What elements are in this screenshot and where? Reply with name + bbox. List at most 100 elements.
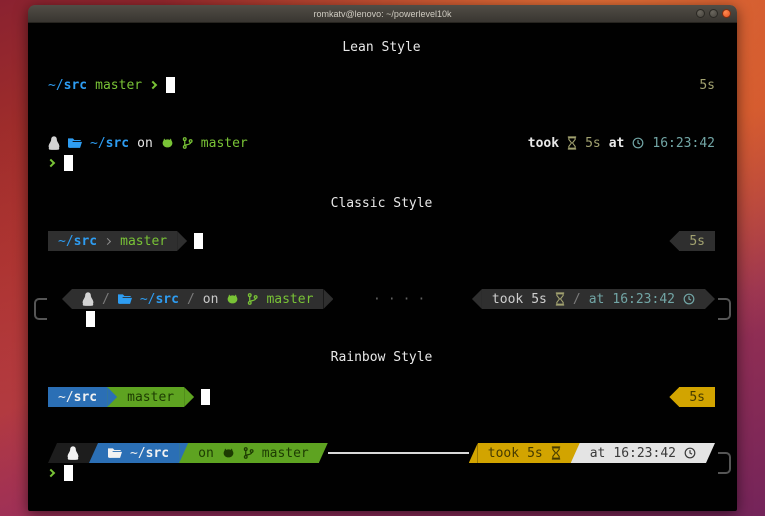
- rainbow-short-prompt-row: ~/src master 5s: [48, 387, 715, 407]
- subsegment-separator: /: [573, 292, 581, 307]
- dir-name: src: [74, 390, 97, 405]
- classic-left-segment: ~/src master: [48, 231, 177, 251]
- clock-icon: [683, 293, 695, 305]
- git-branch-name: master: [262, 446, 309, 461]
- rainbow-full-prompt-row: ~/src on master took 5s: [48, 443, 715, 463]
- on-label: on: [198, 446, 214, 461]
- command-duration: 5s: [699, 78, 715, 93]
- minimize-button[interactable]: [696, 9, 705, 18]
- git-branch-icon: [182, 136, 193, 150]
- tux-icon: [82, 292, 94, 306]
- lean-short-prompt-row: ~/src master 5s: [48, 75, 715, 95]
- command-duration: 5s: [689, 390, 705, 405]
- octocat-icon: [226, 293, 239, 306]
- prompt-frame-left: [34, 298, 47, 320]
- rainbow-git-segment: on master: [188, 443, 319, 463]
- on-label: on: [203, 292, 219, 307]
- current-directory: ~/src: [58, 390, 97, 405]
- rainbow-duration-segment: took 5s: [478, 443, 571, 463]
- tux-icon: [67, 446, 79, 460]
- rainbow-git-segment: master: [117, 387, 184, 407]
- git-branch-name: master: [95, 78, 142, 93]
- dir-name: src: [106, 136, 129, 151]
- current-time: 16:23:42: [612, 292, 675, 307]
- terminal-content[interactable]: Lean Style ~/src master 5s ~/src on mast…: [28, 23, 737, 511]
- lean-short-prompt-left: ~/src master: [48, 77, 175, 93]
- tux-icon: [48, 136, 60, 150]
- window-titlebar[interactable]: romkatv@lenovo: ~/powerlevel10k: [28, 5, 737, 23]
- prompt-filler-dots: ····: [373, 292, 432, 307]
- hourglass-icon: [551, 446, 561, 460]
- open-folder-icon: [108, 447, 122, 459]
- slant-separator-icon: [179, 443, 188, 463]
- dir-prefix: ~/: [48, 78, 64, 93]
- lean-heading: Lean Style: [342, 40, 420, 55]
- git-branch-icon: [247, 292, 258, 306]
- lean-full-prompt-row: ~/src on master took 5s at 16:23:42: [48, 133, 715, 153]
- slant-separator-icon: [48, 443, 57, 463]
- powerline-arrow-icon: [669, 231, 679, 251]
- powerline-arrow-icon: [177, 231, 187, 251]
- lean-heading-row: Lean Style: [48, 37, 715, 57]
- hourglass-icon: [567, 136, 577, 150]
- dir-prefix: ~/: [58, 234, 74, 249]
- git-branch-name: master: [201, 136, 248, 151]
- powerline-arrow-icon: [107, 387, 117, 407]
- classic-short-prompt-row: ~/src master 5s: [48, 231, 715, 251]
- classic-heading-row: Classic Style: [48, 193, 715, 213]
- git-branch-name: master: [127, 390, 174, 405]
- hourglass-icon: [555, 292, 565, 306]
- octocat-icon: [222, 447, 235, 460]
- powerline-arrow-icon: [184, 387, 194, 407]
- classic-full-prompt-row: / ~/src / on master ···· took 5s: [48, 289, 715, 309]
- rainbow-time-segment: at 16:23:42: [580, 443, 706, 463]
- classic-full-right-segment: took 5s / at 16:23:42: [482, 289, 705, 309]
- current-directory: ~/src: [130, 446, 169, 461]
- rainbow-dir-segment: ~/src: [98, 443, 179, 463]
- open-folder-icon: [68, 137, 82, 149]
- current-time: 16:23:42: [652, 136, 715, 151]
- powerline-arrow-icon: [472, 289, 482, 309]
- git-branch-name: master: [120, 234, 167, 249]
- lean-input-line: [48, 153, 715, 173]
- clock-icon: [632, 137, 644, 149]
- at-label: at: [590, 446, 606, 461]
- took-label: took: [488, 446, 519, 461]
- prompt-frame-right: [718, 452, 731, 474]
- dir-prefix: ~/: [140, 292, 156, 307]
- command-duration: 5s: [689, 234, 705, 249]
- rainbow-dir-segment: ~/src: [48, 387, 107, 407]
- terminal-window: romkatv@lenovo: ~/powerlevel10k Lean Sty…: [28, 5, 737, 511]
- powerline-arrow-icon: [323, 289, 333, 309]
- current-directory: ~/src: [58, 234, 97, 249]
- at-label: at: [609, 136, 625, 151]
- dir-prefix: ~/: [130, 446, 146, 461]
- subsegment-separator: /: [102, 292, 110, 307]
- prompt-frame-right: [718, 298, 731, 320]
- command-duration: 5s: [527, 446, 543, 461]
- current-directory: ~/src: [90, 136, 129, 151]
- classic-right-segment: 5s: [679, 231, 715, 251]
- current-directory: ~/src: [140, 292, 179, 307]
- powerline-arrow-icon: [669, 387, 679, 407]
- took-label: took: [492, 292, 523, 307]
- command-duration: 5s: [585, 136, 601, 151]
- powerline-arrow-icon: [705, 289, 715, 309]
- terminal-cursor: [166, 77, 175, 93]
- maximize-button[interactable]: [709, 9, 718, 18]
- dir-prefix: ~/: [90, 136, 106, 151]
- terminal-cursor: [86, 311, 95, 327]
- lean-full-prompt-right: took 5s at 16:23:42: [528, 136, 715, 151]
- git-branch-icon: [243, 446, 254, 460]
- rainbow-input-line: [48, 463, 715, 483]
- close-button[interactable]: [722, 9, 731, 18]
- slant-separator-icon: [571, 443, 580, 463]
- terminal-cursor: [194, 233, 203, 249]
- dir-name: src: [155, 292, 178, 307]
- terminal-cursor: [64, 155, 73, 171]
- open-folder-icon: [118, 293, 132, 305]
- classic-input-line: [48, 309, 715, 329]
- rainbow-heading-row: Rainbow Style: [48, 347, 715, 367]
- dir-name: src: [64, 78, 87, 93]
- lean-full-prompt-left: ~/src on master: [48, 136, 248, 151]
